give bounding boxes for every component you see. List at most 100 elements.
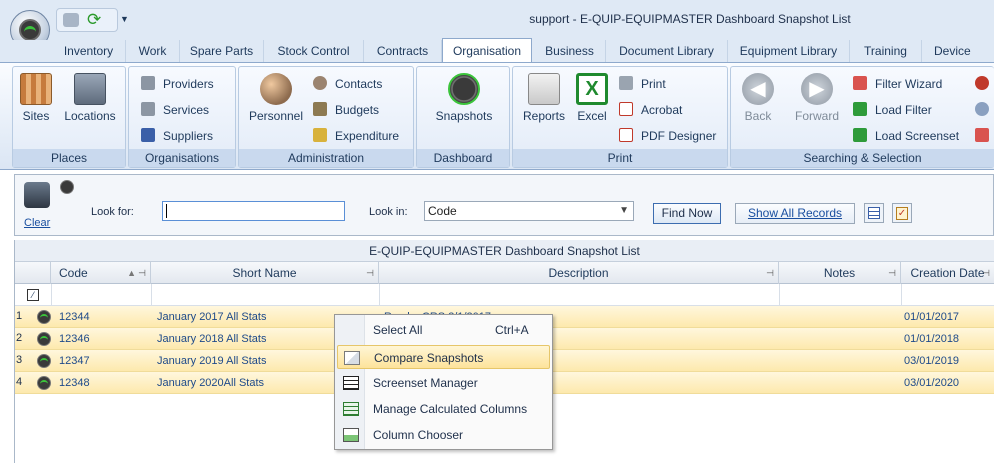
sites-label: Sites (22, 109, 50, 123)
group-title-places: Places (13, 149, 125, 167)
load-screenset-button[interactable]: Load Screenset (853, 127, 959, 145)
tab-contracts[interactable]: Contracts (364, 40, 442, 62)
sites-button[interactable]: Sites (19, 73, 53, 123)
header-short-name-label: Short Name (232, 266, 297, 280)
cell-code: 12348 (59, 377, 90, 389)
look-in-select[interactable]: Code ▼ (424, 201, 634, 221)
menu-item-label: Column Chooser (373, 428, 464, 442)
grid-icon (868, 207, 880, 219)
load-screenset-label: Load Screenset (875, 129, 960, 143)
forward-button[interactable]: ▶ Forward (791, 73, 843, 123)
providers-icon (141, 76, 155, 90)
save-icon[interactable] (63, 13, 79, 27)
look-for-input[interactable] (162, 201, 345, 221)
find-next-button[interactable] (975, 101, 994, 119)
forward-arrow-icon: ▶ (801, 73, 833, 105)
reports-button[interactable]: Reports (521, 73, 567, 123)
locations-label: Locations (64, 109, 116, 123)
services-button[interactable]: Services (141, 101, 209, 119)
clear-filter-icon (975, 128, 989, 142)
contacts-button[interactable]: Contacts (313, 75, 382, 93)
checklist-icon: ✓ (896, 207, 908, 220)
group-dashboard: Snapshots Dashboard (416, 66, 510, 168)
filter-divider (379, 284, 380, 306)
gauge-row-icon (37, 354, 51, 368)
tab-work[interactable]: Work (126, 40, 180, 62)
load-filter-icon (853, 102, 867, 116)
reports-icon (528, 73, 560, 105)
look-in-label: Look in: (369, 206, 408, 218)
header-creation-date[interactable]: Creation Date ⊣ (901, 262, 994, 284)
services-label: Services (163, 103, 210, 117)
gauge-small-icon (60, 180, 74, 194)
filter-row: ⁄ (15, 284, 994, 306)
clear-link[interactable]: Clear (24, 217, 50, 229)
header-notes[interactable]: Notes ⊣ (779, 262, 901, 284)
suppliers-button[interactable]: Suppliers (141, 127, 213, 145)
header-code[interactable]: Code ▲ ⊣ (51, 262, 151, 284)
personnel-button[interactable]: Personnel (247, 73, 305, 123)
row-number: 2 (16, 332, 23, 344)
providers-label: Providers (163, 77, 214, 91)
pin-icon[interactable]: ⊣ (766, 262, 774, 284)
budgets-button[interactable]: Budgets (313, 101, 379, 119)
tab-spare-parts[interactable]: Spare Parts (180, 40, 264, 62)
tab-stock-control[interactable]: Stock Control (264, 40, 364, 62)
tab-business[interactable]: Business (534, 40, 606, 62)
show-all-records-button[interactable]: Show All Records (735, 203, 855, 224)
pin-icon[interactable]: ⊣ (138, 262, 146, 284)
find-now-button[interactable]: Find Now (653, 203, 721, 224)
group-title-administration: Administration (239, 149, 413, 167)
providers-button[interactable]: Providers (141, 75, 214, 93)
locations-button[interactable]: Locations (59, 73, 121, 123)
pin-icon[interactable]: ⊣ (366, 262, 374, 284)
expenditure-label: Expenditure (335, 129, 400, 143)
tab-inventory[interactable]: Inventory (52, 40, 126, 62)
refresh-icon[interactable]: ⟳ (87, 11, 101, 29)
filter-wizard-button[interactable]: Filter Wizard (853, 75, 942, 93)
acrobat-button[interactable]: Acrobat (619, 101, 682, 119)
menu-item-compare-snapshots[interactable]: Compare Snapshots (337, 345, 550, 369)
cell-code: 12344 (59, 311, 90, 323)
pin-icon[interactable]: ⊣ (982, 262, 990, 284)
forward-label: Forward (794, 109, 839, 123)
find-button[interactable] (975, 75, 994, 93)
group-title-organisations: Organisations (129, 149, 235, 167)
menu-item-label: Select All (373, 323, 423, 337)
clear-filter-button[interactable] (975, 127, 994, 145)
snapshots-label: Snapshots (435, 109, 493, 123)
tab-equipment-library[interactable]: Equipment Library (728, 40, 850, 62)
snapshots-button[interactable]: Snapshots (427, 73, 501, 123)
print-button[interactable]: Print (619, 75, 666, 93)
group-title-searching: Searching & Selection (731, 149, 994, 167)
cell-short-name: January 2020All Stats (157, 377, 265, 389)
grid-layout-button[interactable] (864, 203, 884, 223)
customize-toolbar-icon[interactable]: ▼ (120, 14, 129, 24)
binoculars-icon (24, 182, 50, 208)
screenset-grid-icon (343, 376, 359, 390)
gauge-row-icon (37, 376, 51, 390)
header-description[interactable]: Description ⊣ (379, 262, 779, 284)
tab-device-alerts[interactable]: Device Aler (922, 40, 994, 80)
tab-document-library[interactable]: Document Library (606, 40, 728, 62)
expenditure-button[interactable]: Expenditure (313, 127, 399, 145)
tab-training[interactable]: Training (850, 40, 922, 62)
pin-icon[interactable]: ⊣ (888, 262, 896, 284)
menu-item-manage-calculated-columns[interactable]: Manage Calculated Columns (337, 397, 550, 421)
cell-code: 12347 (59, 355, 90, 367)
services-icon (141, 102, 155, 116)
menu-item-select-all[interactable]: Select All Ctrl+A (337, 318, 550, 342)
back-button[interactable]: ◀ Back (737, 73, 779, 123)
menu-item-column-chooser[interactable]: Column Chooser (337, 423, 550, 447)
checklist-button[interactable]: ✓ (892, 203, 912, 223)
header-short-name[interactable]: Short Name ⊣ (151, 262, 379, 284)
tab-organisation[interactable]: Organisation (442, 38, 532, 63)
chevron-down-icon: ▼ (619, 205, 629, 216)
print-label: Print (641, 77, 666, 91)
menu-item-shortcut: Ctrl+A (495, 323, 529, 337)
load-filter-button[interactable]: Load Filter (853, 101, 932, 119)
menu-item-screenset-manager[interactable]: Screenset Manager (337, 371, 550, 395)
filter-row-icon[interactable]: ⁄ (27, 289, 39, 301)
excel-button[interactable]: X Excel (573, 73, 611, 123)
pdf-designer-button[interactable]: PDF Designer (619, 127, 716, 145)
